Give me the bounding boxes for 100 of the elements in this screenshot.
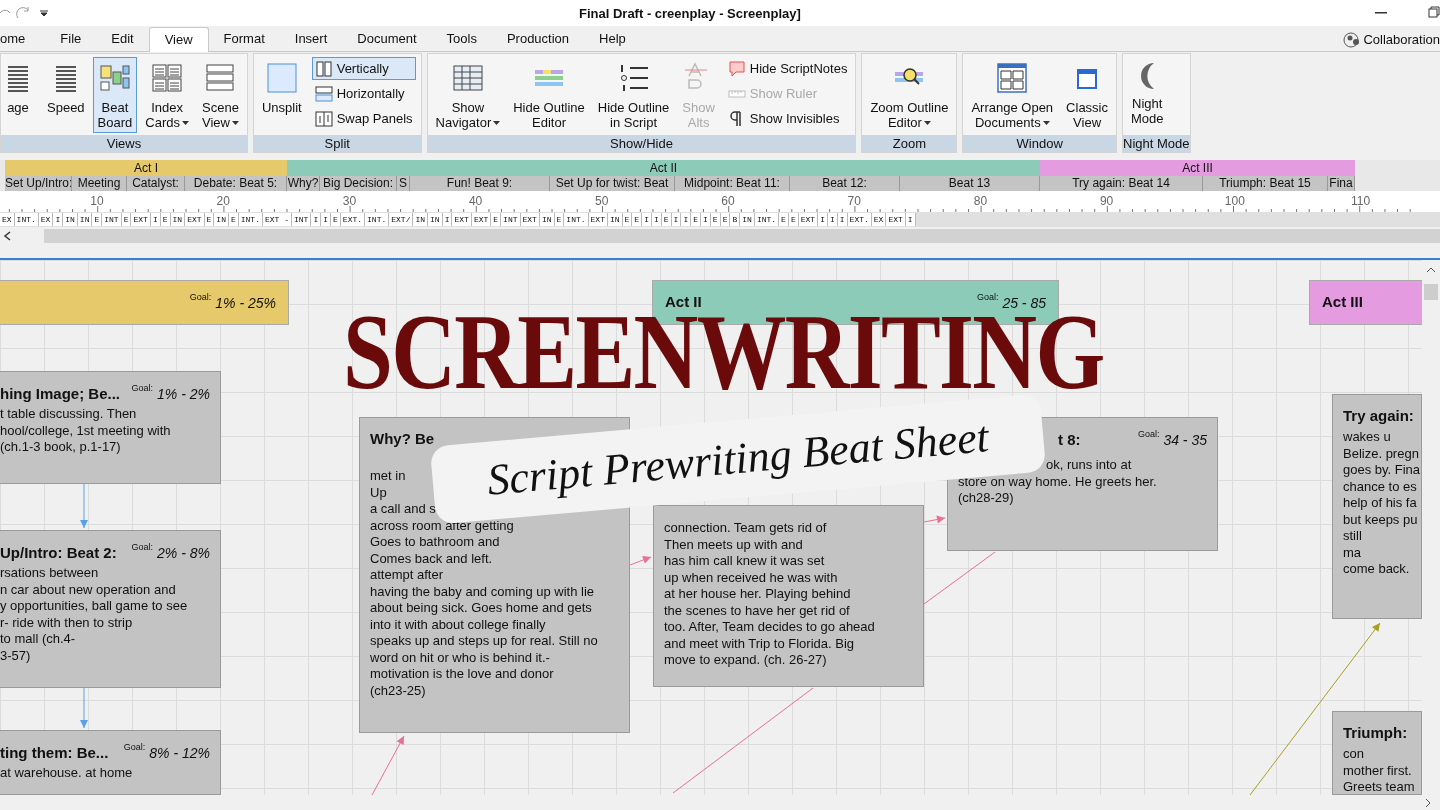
beat-segment: Set Up for twist: Beat: [550, 176, 675, 191]
group-label: Views: [1, 135, 247, 152]
note-icon: [727, 60, 746, 77]
moon-icon: [1139, 62, 1155, 90]
card-text: Greets team: [1343, 779, 1415, 794]
menu-tab[interactable]: ome: [0, 27, 46, 51]
beat-card[interactable]: Up/Intro: Beat 2: Goal: 2% - 8% rsations between n car about new operation and y opportunities, ball game to see r- ride with then to strip to mall (ch.4- 3-57): [0, 530, 221, 688]
ribbon-button[interactable]: Index Cards: [140, 57, 194, 133]
ribbon-small-button[interactable]: Hide ScriptNotes: [724, 57, 851, 80]
ribbon-button[interactable]: age: [1, 57, 39, 133]
scrollbar-thumb[interactable]: [44, 229, 1440, 243]
collaboration-button[interactable]: Collaboration: [1363, 30, 1440, 50]
card-text: word on hit or who is behind it.-: [370, 649, 550, 666]
ribbon-button[interactable]: Show Navigator: [430, 57, 506, 133]
card-title: Up/Intro: Beat 2:: [0, 543, 117, 563]
headline: SCREENWRITING: [343, 314, 1104, 390]
menu-tab[interactable]: Production: [491, 27, 585, 51]
ribbon-button[interactable]: Arrange Open Documents: [966, 57, 1059, 133]
beat-card[interactable]: Try again: wakes u Belize. pregn goes by. Fina chance to es help of his fa but keeps pu still ma come back.: [1332, 394, 1422, 619]
ribbon-button[interactable]: Unsplit: [256, 57, 307, 133]
card-text: Belize. pregn: [1343, 445, 1419, 462]
goal-text: Goal: 1% - 25%: [189, 290, 276, 313]
act-bar: Act I: [5, 160, 287, 176]
ribbon-small-button[interactable]: Swap Panels: [311, 107, 416, 130]
ribbon-button[interactable]: Classic View: [1061, 57, 1113, 133]
card-text: (ch.1-3 book, p.1-17): [0, 439, 121, 456]
menu-tab[interactable]: Help: [584, 27, 641, 51]
scrollbar-thumb[interactable]: [1424, 284, 1438, 300]
group-label: Zoom: [862, 135, 957, 152]
card-text: con: [1343, 746, 1364, 763]
beat-card[interactable]: ting them: Be... Goal: 8% - 12% at warehouse. at home: [0, 730, 221, 795]
card-text: mother first.: [1343, 762, 1412, 779]
beat-segment: Triumph: Beat 15: [1203, 176, 1328, 191]
ruler-number: 50: [594, 193, 610, 210]
index-cards-icon: [151, 62, 184, 94]
scroll-up-icon[interactable]: [1426, 266, 1436, 274]
card-text: at warehouse. at home: [0, 765, 133, 782]
card-text: ma: [1343, 544, 1362, 561]
beat-segment: Fun! Beat 9:: [410, 176, 550, 191]
card-text: Up: [370, 484, 387, 501]
ribbon-button[interactable]: Zoom Outline Editor: [865, 57, 954, 133]
goal-text: Goal: 1% - 2%: [131, 382, 210, 404]
card-text: into it with about college finally: [370, 616, 546, 633]
card-text: Goes to bathroom and: [370, 534, 500, 551]
menu-tab[interactable]: View: [148, 27, 209, 52]
card-text: motivation is the love and donor: [370, 666, 554, 683]
card-text: at her house her. Playing behind: [664, 586, 851, 603]
act-title: Act III: [1322, 292, 1363, 313]
card-text: to mall (ch.4-: [0, 631, 76, 648]
scene-view-icon: [204, 62, 237, 94]
menu-tab[interactable]: Format: [208, 27, 280, 51]
restore-icon[interactable]: [1428, 6, 1440, 18]
menu-tab[interactable]: Insert: [279, 27, 343, 51]
beat-segment: Beat 13: [900, 176, 1040, 191]
ruler-number: 70: [846, 193, 862, 210]
ribbon-button[interactable]: Speed: [42, 57, 90, 133]
customize-arrow-icon[interactable]: [40, 9, 48, 17]
card-text: but keeps pu: [1343, 511, 1418, 528]
ruler-number: 10: [89, 193, 105, 210]
scroll-right-icon[interactable]: [1424, 797, 1432, 808]
card-text: still: [1343, 528, 1362, 545]
table-icon: [451, 62, 484, 94]
card-text: goes by. Fina: [1343, 462, 1421, 479]
ruler-number: 60: [720, 193, 736, 210]
card-text: Then meets up with and: [664, 536, 803, 553]
card-text: ok, runs into at: [1046, 457, 1132, 474]
menu-tab[interactable]: Tools: [431, 27, 492, 51]
ribbon-button[interactable]: Hide Outline Editor: [508, 57, 590, 133]
card-text: (ch23-25): [370, 682, 426, 699]
minimize-icon[interactable]: [1375, 12, 1387, 14]
beat-card[interactable]: [653, 505, 924, 687]
goal-text: Goal: 34 - 35: [1137, 428, 1207, 450]
menu-tab[interactable]: File: [45, 27, 97, 51]
ribbon-button[interactable]: Beat Board: [92, 57, 138, 133]
group-label: Split: [253, 135, 421, 152]
card-title: ting them: Be...: [0, 743, 109, 763]
beat-card[interactable]: hing Image; Be... Goal: 1% - 2% t table discussing. Then hool/college, 1st meeting with (ch.1-3 book, p.1-17): [0, 371, 221, 484]
card-text: r- ride with then to strip: [0, 614, 133, 631]
goal-text: Goal: 8% - 12%: [123, 741, 210, 763]
ribbon-button[interactable]: Hide Outline in Script: [592, 57, 675, 133]
ribbon-small-button[interactable]: Horizontally: [311, 82, 416, 105]
card-text: the scenes to have her get rid of: [664, 602, 850, 619]
act-title: Act II: [665, 292, 702, 313]
goal-text: Goal: 25 - 85: [976, 290, 1046, 313]
menu-tab[interactable]: Edit: [96, 27, 149, 51]
ribbon-button[interactable]: Scene View: [197, 57, 244, 133]
beat-segment: Why?: [287, 176, 320, 191]
card-text: wakes u: [1343, 429, 1391, 446]
ribbon-button[interactable]: Night Mode: [1126, 57, 1169, 133]
card-title: Triumph:: [1343, 723, 1408, 743]
menu-tab[interactable]: Document: [342, 27, 432, 51]
card-text: attempt after: [370, 567, 443, 584]
group-label: Window: [963, 135, 1116, 152]
beat-card[interactable]: Triumph: con mother first. Greets team: [1332, 711, 1422, 795]
horizontal-split-icon: [314, 85, 333, 102]
act-bar: Act II: [287, 160, 1040, 176]
ribbon-small-button[interactable]: Vertically: [311, 57, 416, 80]
card-text: has him call knew it was set: [664, 553, 825, 570]
ribbon-small-button[interactable]: Show Invisibles: [724, 107, 851, 130]
group-label: Night Mode: [1123, 135, 1190, 152]
